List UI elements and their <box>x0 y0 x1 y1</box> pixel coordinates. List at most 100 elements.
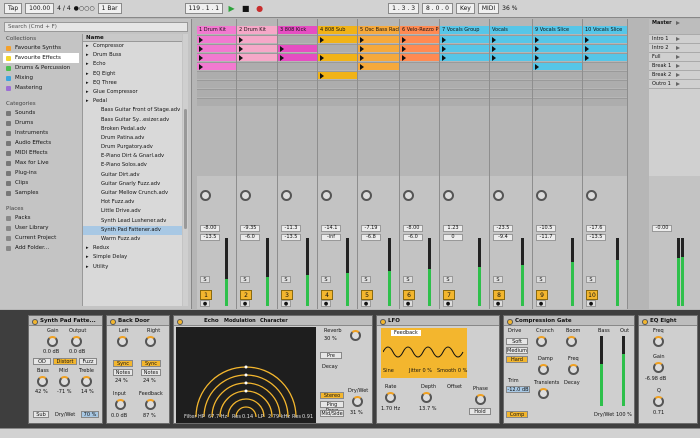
clip-slot[interactable] <box>583 44 627 52</box>
clip-play-icon[interactable] <box>360 55 364 61</box>
clip-play-icon[interactable] <box>280 55 284 61</box>
volume-field[interactable]: 1.23 <box>443 225 463 232</box>
track-activator-button[interactable]: 9 <box>536 290 548 300</box>
empty-slot[interactable] <box>237 71 277 79</box>
browser-item[interactable]: ▸ Echo <box>83 60 182 69</box>
metronome-dots[interactable]: ●○○○ <box>74 5 95 12</box>
clip-play-icon[interactable] <box>320 55 324 61</box>
clip-play-icon[interactable] <box>199 64 203 70</box>
clip-slot[interactable] <box>237 35 277 43</box>
clip-slot[interactable] <box>400 53 439 61</box>
empty-slot[interactable] <box>583 71 627 79</box>
track-activator-button[interactable]: 8 <box>493 290 505 300</box>
track-title[interactable]: 6 Velo-Rezzo P <box>400 26 439 34</box>
empty-slot[interactable] <box>440 89 489 97</box>
track-title[interactable]: 1 Drum Kit <box>197 26 236 34</box>
clip-slot[interactable] <box>358 62 399 70</box>
clip-slot[interactable] <box>318 71 357 79</box>
empty-slot[interactable] <box>583 89 627 97</box>
category-item[interactable]: Instruments <box>3 128 79 138</box>
send-value-field[interactable]: -11.7 <box>536 234 556 241</box>
clip-slot[interactable] <box>358 35 399 43</box>
place-item[interactable]: Packs <box>3 213 79 223</box>
rate-knob[interactable] <box>385 392 396 403</box>
empty-slot[interactable] <box>490 98 532 106</box>
clip-slot[interactable] <box>490 44 532 52</box>
track-activator-button[interactable]: 4 <box>321 290 333 300</box>
clip-play-icon[interactable] <box>199 55 203 61</box>
empty-slot[interactable] <box>237 98 277 106</box>
track-title[interactable]: 4 808 Sub <box>318 26 357 34</box>
arm-button[interactable]: ● <box>443 300 453 307</box>
scene-launch-button[interactable]: Intro 2 <box>649 44 700 53</box>
empty-slot[interactable] <box>490 62 532 70</box>
empty-slot[interactable] <box>197 98 236 106</box>
clip-slot[interactable] <box>533 53 582 61</box>
category-item[interactable]: Max for Live <box>3 158 79 168</box>
device-title[interactable]: LFO <box>377 316 499 326</box>
fuzz-button[interactable]: Fuzz <box>79 358 97 365</box>
solo-button[interactable]: S <box>443 276 453 283</box>
mid-knob[interactable] <box>59 376 70 387</box>
track-activator-button[interactable]: 6 <box>403 290 415 300</box>
clip-slot[interactable] <box>318 53 357 61</box>
send-knob[interactable] <box>361 190 372 201</box>
browser-item[interactable]: Synth Pad Fattener.adv <box>83 225 182 235</box>
volume-field[interactable]: -10.5 <box>536 225 556 232</box>
send-knob[interactable] <box>536 190 547 201</box>
q-knob[interactable] <box>653 396 664 407</box>
device-title[interactable]: Back Door <box>107 316 169 326</box>
browser-item[interactable]: Guitar Dirt.adv <box>83 171 182 180</box>
shape-menu[interactable]: Sine <box>383 368 394 374</box>
stereo-button[interactable]: Stereo <box>320 392 344 399</box>
empty-slot[interactable] <box>318 98 357 106</box>
hold-button[interactable]: Hold <box>469 408 491 415</box>
track-title[interactable]: 9 Vocals Slice <box>533 26 582 34</box>
solo-button[interactable]: S <box>361 276 371 283</box>
ping-pong-button[interactable]: Ping Pong <box>320 401 344 414</box>
scene-launch-button[interactable]: Break 1 <box>649 62 700 71</box>
solo-button[interactable]: S <box>586 276 596 283</box>
notes-right[interactable]: Notes <box>141 369 161 376</box>
clip-play-icon[interactable] <box>360 64 364 70</box>
clip-slot[interactable] <box>197 44 236 52</box>
clip-play-icon[interactable] <box>402 46 406 52</box>
category-item[interactable]: MIDI Effects <box>3 148 79 158</box>
collection-item[interactable]: Mixing <box>3 73 79 83</box>
clip-play-icon[interactable] <box>535 37 539 43</box>
browser-item[interactable]: ▸ Utility <box>83 263 182 272</box>
echo-display[interactable] <box>176 327 316 423</box>
soft-button[interactable]: Soft <box>506 338 528 345</box>
res-value[interactable]: 0.14 <box>242 414 253 420</box>
pre-menu[interactable]: Pre <box>320 352 342 359</box>
empty-slot[interactable] <box>400 62 439 70</box>
solo-button[interactable]: S <box>403 276 413 283</box>
empty-slot[interactable] <box>278 89 317 97</box>
empty-slot[interactable] <box>583 98 627 106</box>
track-title[interactable]: 3 808 Kick <box>278 26 317 34</box>
browser-item[interactable]: Drum Purgatory.adv <box>83 143 182 152</box>
play-icon[interactable]: ▶ <box>226 3 237 14</box>
arm-button[interactable]: ● <box>403 300 413 307</box>
volume-field[interactable]: -14.1 <box>321 225 341 232</box>
browser-item[interactable]: Bass Guitar Front of Stage.adv <box>83 106 182 115</box>
treble-knob[interactable] <box>81 376 92 387</box>
reverb-knob[interactable] <box>350 330 361 341</box>
freq-knob[interactable] <box>653 336 664 347</box>
collection-item[interactable]: Mastering <box>3 83 79 93</box>
damp-knob[interactable] <box>538 364 549 375</box>
browser-item[interactable]: Bass Guitar Sy...esizer.adv <box>83 116 182 125</box>
quantize-menu[interactable]: 1 Bar <box>97 3 122 14</box>
empty-slot[interactable] <box>358 89 399 97</box>
clip-slot[interactable] <box>278 44 317 52</box>
tab-modulation[interactable]: Modulation <box>224 318 256 324</box>
scene-launch-button[interactable]: Break 2 <box>649 71 700 80</box>
volume-field[interactable]: -8.00 <box>403 225 423 232</box>
clip-slot[interactable] <box>400 44 439 52</box>
send-knob[interactable] <box>200 190 211 201</box>
clip-slot[interactable] <box>358 53 399 61</box>
collection-item[interactable]: Favourite Effects <box>3 53 79 63</box>
empty-slot[interactable] <box>318 80 357 88</box>
tempo-field[interactable]: 100.00 <box>25 3 55 14</box>
clip-slot[interactable] <box>440 44 489 52</box>
